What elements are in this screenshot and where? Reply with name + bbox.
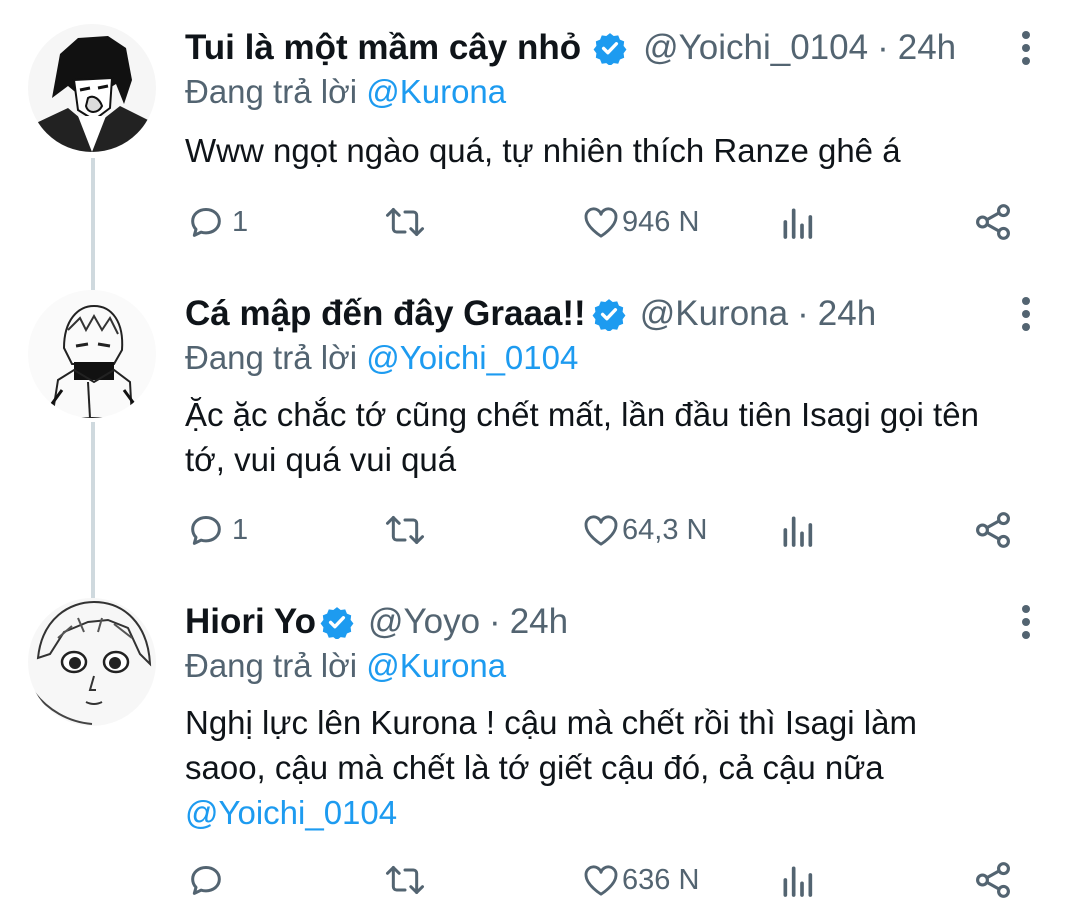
handle[interactable]: @Yoyo: [368, 600, 480, 644]
verified-badge-icon: [320, 607, 354, 639]
more-icon[interactable]: [1014, 294, 1038, 334]
reply-count: 1: [232, 513, 249, 546]
tweet-mention[interactable]: @Yoichi_0104: [185, 794, 397, 831]
tweet-text: Www ngọt ngào quá, tự nhiên thích Ranze …: [185, 128, 1035, 173]
retweet-button[interactable]: [382, 858, 434, 902]
avatar-image: [28, 598, 156, 726]
replying-to: Đang trả lời @Kurona: [185, 70, 506, 114]
avatar[interactable]: [28, 290, 156, 418]
share-button[interactable]: [972, 508, 1014, 552]
replying-prefix: Đang trả lời: [185, 647, 358, 684]
avatar-image: [28, 290, 156, 418]
reply-button[interactable]: 1: [186, 508, 248, 552]
replying-prefix: Đang trả lời: [185, 339, 358, 376]
separator-dot: ·: [797, 294, 809, 333]
handle[interactable]: @Yoichi_0104: [643, 26, 868, 70]
more-icon[interactable]: [1014, 28, 1038, 68]
retweet-button[interactable]: [382, 200, 434, 244]
retweet-icon: [386, 208, 424, 236]
share-button[interactable]: [972, 200, 1014, 244]
tweet-text-content: Www ngọt ngào quá, tự nhiên thích Ranze …: [185, 132, 901, 169]
display-name[interactable]: Cá mập đến đây Graaa!!: [185, 292, 586, 336]
views-button[interactable]: [780, 200, 814, 244]
reply-thread: Tui là một mầm cây nhỏ @Yoichi_0104 · 24…: [0, 0, 1080, 916]
views-icon: [783, 866, 813, 897]
replying-prefix: Đang trả lời: [185, 73, 358, 110]
like-count: 636 N: [622, 863, 700, 896]
display-name[interactable]: Tui là một mầm cây nhỏ: [185, 26, 581, 70]
separator-dot: ·: [877, 28, 889, 67]
timestamp[interactable]: 24h: [818, 292, 876, 336]
reply-icon: [191, 866, 221, 895]
like-count: 946 N: [622, 205, 700, 238]
verified-badge-icon: [593, 33, 627, 65]
like-button[interactable]: 64,3 N: [580, 508, 707, 552]
views-icon: [783, 516, 813, 547]
retweet-icon: [386, 516, 424, 544]
like-count: 64,3 N: [622, 513, 708, 546]
tweet-3[interactable]: Hiori Yo @Yoyo · 24h Đang trả lời @Kuron…: [0, 598, 1080, 916]
tweet-header: Tui là một mầm cây nhỏ @Yoichi_0104 · 24…: [185, 26, 956, 70]
share-button[interactable]: [972, 858, 1014, 902]
tweet-text-content: Ặc ặc chắc tớ cũng chết mất, lần đầu tiê…: [185, 396, 979, 478]
replying-to-mention[interactable]: @Kurona: [366, 647, 506, 684]
views-button[interactable]: [780, 508, 814, 552]
handle[interactable]: @Kurona: [640, 292, 788, 336]
like-icon: [584, 865, 618, 896]
like-icon: [584, 515, 618, 546]
views-button[interactable]: [780, 858, 814, 902]
reply-icon: [191, 516, 221, 545]
retweet-button[interactable]: [382, 508, 434, 552]
like-button[interactable]: 946 N: [580, 200, 699, 244]
avatar[interactable]: [28, 24, 156, 152]
replying-to: Đang trả lời @Yoichi_0104: [185, 336, 578, 380]
tweet-actions: 1 946 N: [0, 200, 1080, 244]
tweet-2[interactable]: Cá mập đến đây Graaa!! @Kurona · 24h Đan…: [0, 290, 1080, 600]
retweet-icon: [386, 866, 424, 894]
tweet-header: Cá mập đến đây Graaa!! @Kurona · 24h: [185, 292, 876, 336]
timestamp[interactable]: 24h: [510, 600, 568, 644]
verified-badge-icon: [592, 299, 626, 331]
more-icon[interactable]: [1014, 602, 1038, 642]
reply-button[interactable]: 1: [186, 200, 248, 244]
views-icon: [783, 208, 813, 239]
reply-icon: [191, 208, 221, 237]
display-name[interactable]: Hiori Yo: [185, 600, 316, 644]
replying-to-mention[interactable]: @Kurona: [366, 73, 506, 110]
separator-dot: ·: [489, 602, 501, 641]
like-icon: [584, 207, 618, 238]
timestamp[interactable]: 24h: [898, 26, 956, 70]
replying-to: Đang trả lời @Kurona: [185, 644, 506, 688]
tweet-header: Hiori Yo @Yoyo · 24h: [185, 600, 568, 644]
reply-button[interactable]: [186, 858, 232, 902]
tweet-text: Nghị lực lên Kurona ! cậu mà chết rồi th…: [185, 700, 1005, 835]
tweet-text: Ặc ặc chắc tớ cũng chết mất, lần đầu tiê…: [185, 392, 1015, 482]
avatar-image: [28, 24, 156, 152]
like-button[interactable]: 636 N: [580, 858, 699, 902]
share-icon: [976, 862, 1010, 898]
tweet-text-content: Nghị lực lên Kurona ! cậu mà chết rồi th…: [185, 704, 917, 786]
share-icon: [976, 512, 1010, 548]
share-icon: [976, 204, 1010, 240]
tweet-actions: 636 N: [0, 858, 1080, 902]
reply-count: 1: [232, 205, 249, 238]
tweet-actions: 1 64,3 N: [0, 508, 1080, 552]
tweet-1[interactable]: Tui là một mầm cây nhỏ @Yoichi_0104 · 24…: [0, 0, 1080, 300]
replying-to-mention[interactable]: @Yoichi_0104: [366, 339, 578, 376]
avatar[interactable]: [28, 598, 156, 726]
